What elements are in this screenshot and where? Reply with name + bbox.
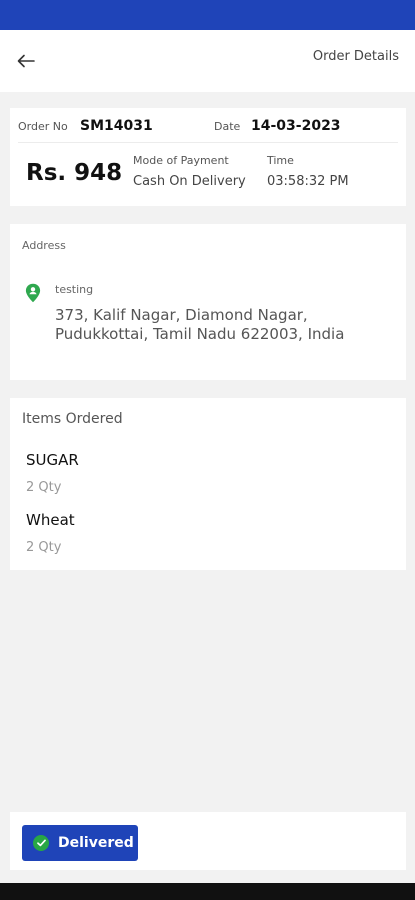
address-line: 373, Kalif Nagar, Diamond Nagar, [55,306,308,324]
status-bar [0,0,415,30]
time-label: Time [267,154,294,167]
app-bar: Order Details [0,30,415,92]
items-ordered-title: Items Ordered [22,411,123,427]
item-name: SUGAR [26,451,79,469]
date-value: 14-03-2023 [251,118,341,134]
order-amount: Rs. 948 [26,160,123,186]
order-summary-card: Order No SM14031 Date 14-03-2023 Rs. 948… [10,108,406,206]
items-ordered-card: Items Ordered SUGAR 2 Qty Wheat 2 Qty [10,398,406,570]
address-section-label: Address [22,239,66,252]
address-card: Address testing 373, Kalif Nagar, Diamon… [10,224,406,380]
address-text: 373, Kalif Nagar, Diamond Nagar, Pudukko… [55,306,385,344]
location-pin-icon [25,283,41,303]
check-circle-icon [33,835,49,851]
date-label: Date [214,120,241,133]
order-status-bar: Delivered [10,812,406,870]
address-name: testing [55,283,94,296]
time-value: 03:58:32 PM [267,174,349,189]
address-line: Pudukkottai, Tamil Nadu 622003, India [55,325,345,343]
system-navigation-bar [0,883,415,900]
item-qty: 2 Qty [26,540,62,555]
payment-mode-value: Cash On Delivery [133,174,246,189]
back-button[interactable] [12,48,40,74]
delivered-label: Delivered [58,835,134,851]
item-name: Wheat [26,511,75,529]
payment-mode-label: Mode of Payment [133,154,229,167]
order-no-value: SM14031 [80,118,153,134]
delivered-status-button[interactable]: Delivered [22,825,138,861]
item-qty: 2 Qty [26,480,62,495]
arrow-left-icon [17,54,35,68]
page-title: Order Details [312,49,399,64]
order-no-label: Order No [18,120,68,133]
order-info-row: Order No SM14031 Date 14-03-2023 [18,108,398,143]
